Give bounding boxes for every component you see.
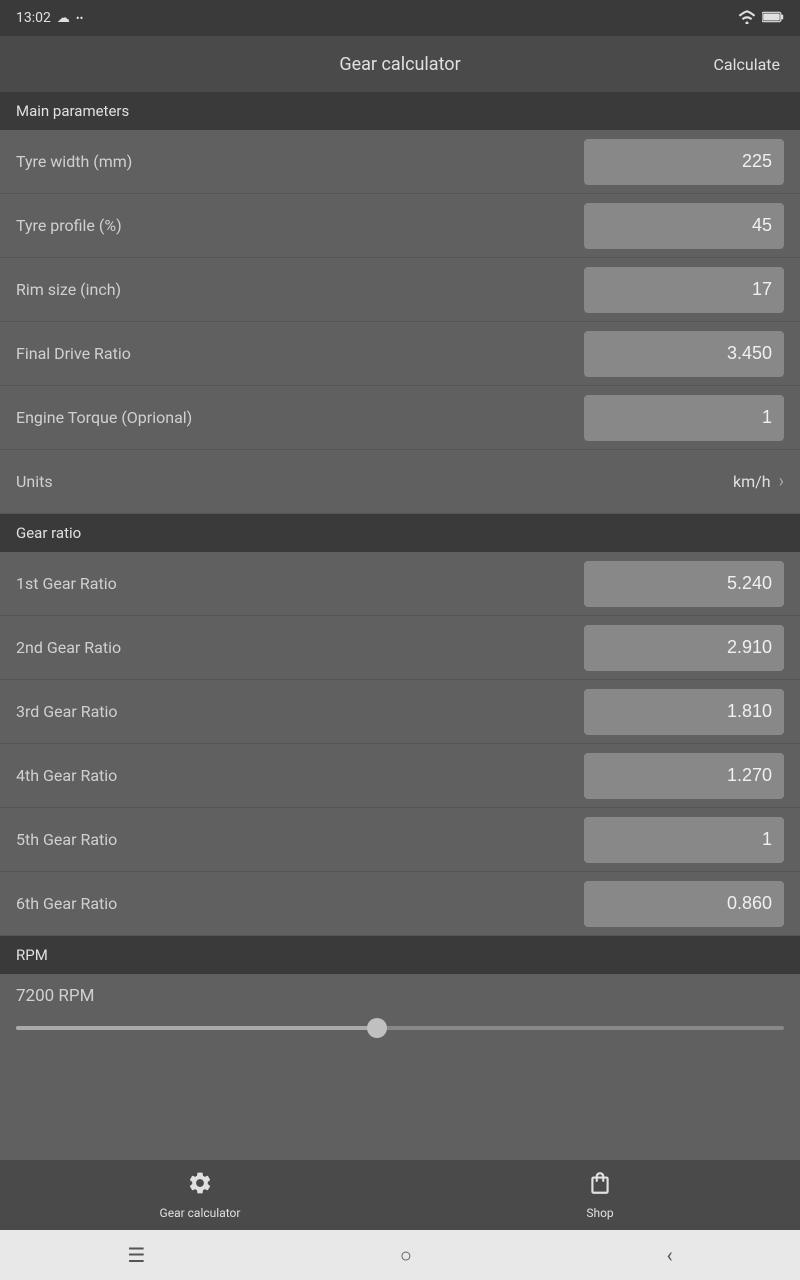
gear1-input[interactable] [584, 561, 784, 607]
tyre-width-label: Tyre width (mm) [16, 152, 132, 171]
engine-torque-input[interactable] [584, 395, 784, 441]
gear5-input[interactable] [584, 817, 784, 863]
bottom-nav: Gear calculator Shop [0, 1160, 800, 1230]
shop-icon [587, 1170, 613, 1202]
nav-gear-calculator-label: Gear calculator [160, 1206, 241, 1220]
gear5-label: 5th Gear Ratio [16, 830, 117, 849]
battery-icon [762, 9, 784, 28]
rim-size-input[interactable] [584, 267, 784, 313]
gear1-label: 1st Gear Ratio [16, 574, 117, 593]
nav-item-gear-calculator[interactable]: Gear calculator [0, 1170, 400, 1220]
engine-torque-row: Engine Torque (Oprional) [0, 386, 800, 450]
android-back-button[interactable]: ‹ [667, 1243, 673, 1267]
units-row[interactable]: Units km/h › [0, 450, 800, 514]
gear2-row: 2nd Gear Ratio [0, 616, 800, 680]
gear3-input[interactable] [584, 689, 784, 735]
time-label: 13:02 [16, 10, 51, 26]
gear4-row: 4th Gear Ratio [0, 744, 800, 808]
gear3-row: 3rd Gear Ratio [0, 680, 800, 744]
final-drive-label: Final Drive Ratio [16, 344, 131, 363]
gear6-label: 6th Gear Ratio [16, 894, 117, 913]
gear6-input[interactable] [584, 881, 784, 927]
tyre-width-row: Tyre width (mm) [0, 130, 800, 194]
rpm-value: 7200 RPM [16, 986, 94, 1006]
gear3-label: 3rd Gear Ratio [16, 702, 118, 721]
engine-torque-label: Engine Torque (Oprional) [16, 408, 192, 427]
calculate-button[interactable]: Calculate [713, 55, 780, 74]
nav-item-shop[interactable]: Shop [400, 1170, 800, 1220]
tyre-profile-label: Tyre profile (%) [16, 216, 122, 235]
main-parameters-header: Main parameters [0, 92, 800, 130]
final-drive-row: Final Drive Ratio [0, 322, 800, 386]
gear4-label: 4th Gear Ratio [16, 766, 117, 785]
android-home-button[interactable]: ○ [400, 1243, 412, 1268]
gear2-input[interactable] [584, 625, 784, 671]
tyre-width-input[interactable] [584, 139, 784, 185]
cloud-icon: ☁ [57, 11, 70, 26]
rpm-header: RPM [0, 936, 800, 974]
wifi-icon [738, 9, 756, 28]
units-chevron-icon: › [779, 471, 784, 492]
rpm-slider-fill [16, 1026, 377, 1030]
main-content: Main parameters Tyre width (mm) Tyre pro… [0, 92, 800, 1160]
gear5-row: 5th Gear Ratio [0, 808, 800, 872]
rim-size-row: Rim size (inch) [0, 258, 800, 322]
gear-ratio-header: Gear ratio [0, 514, 800, 552]
rpm-slider-track[interactable] [16, 1026, 784, 1030]
nav-shop-label: Shop [586, 1206, 613, 1220]
units-label: Units [16, 472, 53, 491]
status-bar: 13:02 ☁ •• [0, 0, 800, 36]
app-bar: Gear calculator Calculate [0, 36, 800, 92]
gear6-row: 6th Gear Ratio [0, 872, 800, 936]
final-drive-input[interactable] [584, 331, 784, 377]
rpm-value-row: 7200 RPM [0, 974, 800, 1010]
tyre-profile-row: Tyre profile (%) [0, 194, 800, 258]
tyre-profile-input[interactable] [584, 203, 784, 249]
status-icons [738, 9, 784, 28]
units-value-container[interactable]: km/h › [733, 471, 784, 492]
status-time: 13:02 ☁ •• [16, 10, 83, 26]
android-nav-bar: ☰ ○ ‹ [0, 1230, 800, 1280]
dots-icon: •• [76, 12, 83, 25]
gear2-label: 2nd Gear Ratio [16, 638, 121, 657]
gear4-input[interactable] [584, 753, 784, 799]
rpm-slider-row[interactable] [0, 1010, 800, 1046]
gear1-row: 1st Gear Ratio [0, 552, 800, 616]
rim-size-label: Rim size (inch) [16, 280, 121, 299]
rpm-slider-thumb[interactable] [367, 1018, 387, 1038]
app-title: Gear calculator [339, 54, 460, 75]
android-menu-button[interactable]: ☰ [127, 1243, 145, 1267]
gear-calculator-icon [187, 1170, 213, 1202]
units-value: km/h [733, 472, 771, 491]
